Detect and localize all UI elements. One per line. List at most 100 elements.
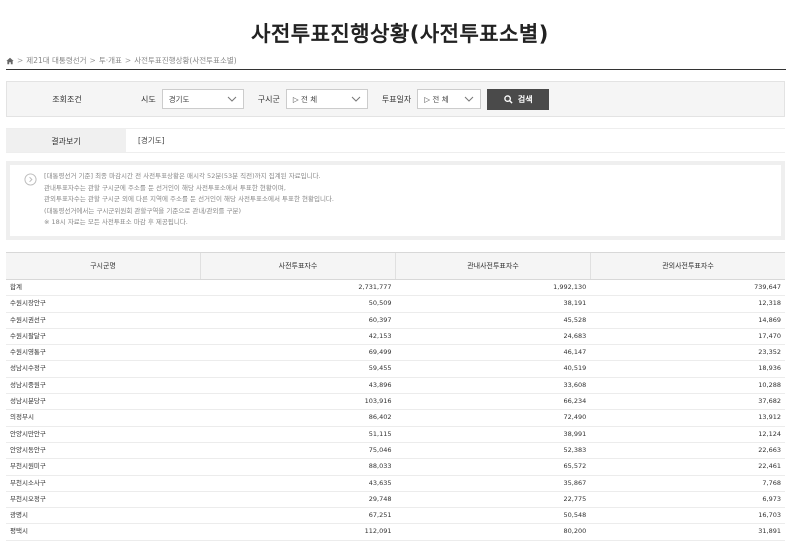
table-row: 수원시영통구 69,499 46,147 23,352 [6,345,785,362]
cell-district: 부천시오정구 [10,494,46,503]
breadcrumb-item[interactable]: 투·개표 [99,55,122,66]
home-icon[interactable] [6,57,14,65]
search-panel-label: 조회조건 [52,94,82,104]
notice-line: [대통령선거 기준] 최종 마감시간 전 사전투표상황은 매시각 52분(53분… [44,172,321,180]
breadcrumb-separator: > [124,56,132,65]
cell-count: 37,682 [758,397,781,406]
cell-district: 안양시만안구 [10,429,46,438]
page-title: 사전투표진행상황(사전투표소별) [251,22,549,46]
table-body: 합계 2,731,777 1,992,130 739,647 수원시장안구 50,509 3… [6,280,785,541]
cell-count: 65,572 [563,462,587,471]
vote-date-select-value: ▷ 전 체 [424,94,449,104]
cell-count: 86,402 [368,413,392,422]
cell-count: 13,912 [758,413,781,422]
vote-date-select[interactable]: ▷ 전 체 [417,89,482,109]
cell-count: 35,867 [563,478,587,487]
cell-count: 42,153 [368,331,392,340]
cell-district: 수원시영통구 [10,348,46,357]
chevron-down-icon [351,96,361,102]
cell-count: 80,200 [563,527,587,536]
cell-count: 38,991 [563,429,587,438]
cell-count: 45,528 [563,315,587,324]
search-button[interactable]: 검색 [487,88,550,110]
cell-count: 10,288 [758,380,781,389]
cell-district: 평택시 [10,527,28,536]
cell-count: 67,251 [368,511,392,520]
breadcrumb-separator: > [89,56,96,65]
table-row: 성남시중원구 43,896 33,608 10,288 [6,378,785,395]
table-row: 성남시수정구 59,455 40,519 18,936 [6,361,785,378]
cell-count: 52,383 [563,445,587,454]
cell-count: 75,046 [368,445,392,454]
cell-count: 24,683 [563,331,587,340]
notice-line: (대통령선거에서는 구시군위원회 관할구역을 기준으로 관내/관외를 구분) [44,206,241,215]
header-district: 구시군명 [6,253,201,279]
table-row: 안양시동안구 75,046 52,383 22,663 [6,443,785,460]
table-row: 성남시분당구 103,916 66,234 37,682 [6,394,785,411]
cell-district: 수원시팔달구 [10,331,46,340]
table-row: 합계 2,731,777 1,992,130 739,647 [6,280,785,297]
cell-count: 60,397 [368,315,392,324]
header-out-district-voters: 관외사전투표자수 [662,262,714,270]
chevron-right-circle-icon [24,173,37,186]
cell-district: 성남시중원구 [10,380,46,389]
cell-count: 22,461 [758,462,781,471]
cell-count: 12,124 [758,429,781,438]
cell-district: 합계 [10,283,22,291]
table-row: 부천시원미구 88,033 65,572 22,461 [6,459,785,476]
cell-count: 6,973 [762,494,781,503]
cell-count: 46,147 [563,348,587,357]
cell-count: 43,896 [368,380,392,389]
table-row: 안양시만안구 51,115 38,991 12,124 [6,427,785,443]
cell-district: 성남시분당구 [10,397,46,406]
breadcrumb-item: 사전투표진행상황(사전투표소별) [134,56,237,65]
table-row: 의정부시 86,402 72,490 13,912 [6,410,785,427]
header-in-district-voters: 관내사전투표자수 [396,253,591,279]
breadcrumb: > 제21대 대통령선거 > 투·개표 > 사전투표진행상황(사전투표소별) [6,55,237,66]
gusigun-select[interactable]: ▷ 전 체 [285,89,368,109]
cell-district: 성남시수정구 [10,364,46,373]
result-bar: 결과보기 [경기도] [6,128,785,153]
cell-count: 72,490 [563,413,587,422]
breadcrumb-separator: > [17,56,24,65]
cell-district: 광명시 [10,511,28,520]
cell-count: 12,318 [758,299,781,308]
cell-count: 14,869 [758,315,781,324]
chevron-down-icon [227,96,237,102]
table-header: 구시군명 사전투표자수 관내사전투표자수 관외사전투표자수 [6,253,785,280]
cell-count: 7,768 [762,478,781,487]
cell-count: 66,234 [563,397,587,406]
search-panel: 조회조건 시도 경기도 구시군 ▷ 전 체 투표일자 ▷ 전 체 검색 [6,81,785,117]
cell-district: 안양시동안구 [10,445,46,454]
cell-district: 수원시장안구 [10,299,46,308]
cell-count: 43,635 [368,478,392,487]
breadcrumb-item[interactable]: 제21대 대통령선거 [26,55,86,66]
table-row: 수원시권선구 60,397 45,528 14,869 [6,313,785,329]
cell-count: 2,731,777 [358,283,392,291]
cell-count: 103,916 [364,397,392,406]
notice-box: [대통령선거 기준] 최종 마감시간 전 사전투표상황은 매시각 52분(53분… [6,161,785,240]
cell-count: 40,519 [563,364,587,373]
cell-count: 29,748 [368,494,392,503]
cell-count: 59,455 [368,364,392,373]
cell-count: 739,647 [754,283,781,291]
header-early-voters: 사전투표자수 [201,253,396,279]
sido-select[interactable]: 경기도 [161,89,244,109]
cell-count: 33,608 [563,380,587,389]
table-row: 부천시오정구 29,748 22,775 6,973 [6,492,785,509]
gusigun-label: 구시군 [257,94,280,104]
result-label: 결과보기 [6,129,126,152]
early-voting-table: 구시군명 사전투표자수 관내사전투표자수 관외사전투표자수 합계 2,731,77… [6,252,785,541]
cell-count: 38,191 [563,299,587,308]
cell-district: 부천시소사구 [10,478,46,487]
cell-count: 18,936 [758,364,781,373]
cell-district: 의정부시 [10,413,34,422]
cell-count: 50,548 [563,511,587,520]
notice-line: 관외투표자수는 관할 구시군 외에 다른 지역에 주소를 둔 선거인이 해당 사… [44,195,334,203]
cell-district: 부천시원미구 [10,462,46,471]
search-icon [504,94,513,104]
cell-count: 17,470 [758,331,781,340]
cell-count: 69,499 [368,348,392,357]
cell-count: 50,509 [368,299,392,308]
cell-count: 112,091 [364,527,392,536]
